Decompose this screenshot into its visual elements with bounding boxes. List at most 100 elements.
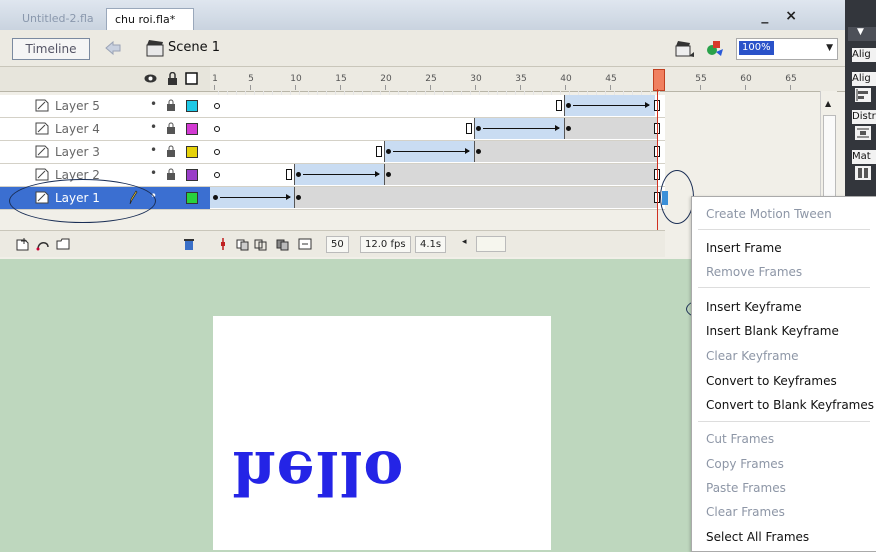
ruler-tick-label: 20	[380, 74, 392, 84]
onion-skin-icon[interactable]	[236, 237, 250, 251]
layer-name: Layer 5	[55, 99, 100, 113]
layer-row-4[interactable]: Layer 4 •	[0, 118, 210, 141]
tab-untitled-2[interactable]: Untitled-2.fla	[14, 8, 102, 30]
frame-row-layer-4[interactable]	[210, 118, 665, 141]
elapsed-time: 4.1s	[415, 236, 447, 253]
frame-rate[interactable]: 12.0 fps	[360, 236, 411, 253]
layer-name: Layer 3	[55, 145, 100, 159]
layer-outline-color[interactable]	[186, 169, 198, 181]
layer-icon	[35, 145, 49, 158]
outline-icon[interactable]	[185, 72, 198, 85]
ruler-tick	[340, 85, 341, 90]
panel-label-align[interactable]: Alig	[852, 48, 876, 62]
frame-row-layer-5[interactable]	[210, 95, 665, 118]
lock-icon[interactable]	[166, 168, 176, 180]
menu-separator	[698, 287, 870, 288]
eye-icon[interactable]	[144, 72, 157, 85]
menu-convert-to-keyframes[interactable]: Convert to Keyframes	[706, 374, 837, 388]
center-frame-icon[interactable]	[216, 237, 230, 251]
layer-icon	[35, 122, 49, 135]
ruler-tick	[430, 85, 431, 90]
visibility-dot[interactable]: •	[150, 97, 157, 111]
add-layer-icon[interactable]	[16, 237, 30, 251]
layer-outline-color[interactable]	[186, 123, 198, 135]
layer-outline-color[interactable]	[186, 192, 198, 204]
frame-row-layer-1[interactable]	[210, 187, 668, 210]
visibility-dot[interactable]: •	[150, 120, 157, 134]
zoom-select[interactable]: 100% ▼	[736, 38, 838, 60]
edit-multiple-frames-icon[interactable]	[276, 237, 290, 251]
visibility-dot[interactable]: •	[150, 166, 157, 180]
modify-onion-markers-icon[interactable]	[298, 237, 312, 251]
ruler-tick-label: 30	[470, 74, 482, 84]
layer-outline-color[interactable]	[186, 100, 198, 112]
layers-header	[0, 67, 210, 92]
highlight-ellipse-layer-1	[9, 179, 156, 223]
highlight-ellipse-frame	[660, 170, 694, 224]
context-menu: Create Motion Tween Insert Frame Remove …	[691, 196, 876, 552]
menu-remove-frames[interactable]: Remove Frames	[706, 265, 802, 279]
layer-name: Layer 4	[55, 122, 100, 136]
timeline-footer: 50 12.0 fps 4.1s ◂	[0, 230, 665, 257]
scroll-thumb[interactable]	[823, 115, 836, 199]
panel-collapse-icon[interactable]: ▼	[848, 27, 876, 41]
menu-insert-keyframe[interactable]: Insert Keyframe	[706, 300, 802, 314]
lock-icon[interactable]	[166, 122, 176, 134]
scroll-left-icon[interactable]: ◂	[462, 237, 467, 247]
stage-text[interactable]: hello	[232, 437, 404, 507]
horizontal-scroll-thumb[interactable]	[476, 236, 506, 252]
layer-row-5[interactable]: Layer 5 •	[0, 95, 210, 118]
frame-ruler[interactable]: 1 5 10 15 20 25 30 35 40 45 55 60 65	[210, 67, 845, 92]
trash-icon[interactable]	[182, 237, 196, 251]
ruler-tick	[295, 85, 296, 90]
ruler-tick	[745, 85, 746, 90]
scroll-up-icon[interactable]: ▲	[825, 99, 831, 108]
current-frame: 50	[326, 236, 349, 253]
menu-clear-frames[interactable]: Clear Frames	[706, 505, 785, 519]
window-controls[interactable]: _ ×	[761, 8, 803, 24]
ruler-tick-label: 10	[290, 74, 302, 84]
frame-row-layer-3[interactable]	[210, 141, 665, 164]
menu-clear-keyframe[interactable]: Clear Keyframe	[706, 349, 799, 363]
ruler-tick-label: 5	[248, 74, 254, 84]
ruler-tick	[250, 85, 251, 90]
add-folder-icon[interactable]	[56, 237, 70, 251]
layer-row-3[interactable]: Layer 3 •	[0, 141, 210, 164]
ruler-tick	[565, 85, 566, 90]
distribute-icon[interactable]	[855, 126, 871, 140]
visibility-dot[interactable]: •	[150, 143, 157, 157]
match-size-icon[interactable]	[855, 166, 871, 180]
lock-icon[interactable]	[166, 99, 176, 111]
ruler-tick-label: 55	[695, 74, 707, 84]
stage[interactable]	[213, 316, 551, 550]
menu-insert-frame[interactable]: Insert Frame	[706, 241, 782, 255]
timeline-button[interactable]: Timeline	[12, 38, 90, 60]
layer-outline-color[interactable]	[186, 146, 198, 158]
scene-clapper-icon	[146, 40, 164, 57]
back-arrow-icon[interactable]	[104, 40, 122, 56]
ruler-tick-label: 60	[740, 74, 752, 84]
onion-skin-outlines-icon[interactable]	[254, 237, 268, 251]
menu-paste-frames[interactable]: Paste Frames	[706, 481, 786, 495]
menu-select-all-frames[interactable]: Select All Frames	[706, 530, 809, 544]
tab-chu-roi[interactable]: chu roi.fla*	[106, 8, 194, 31]
menu-copy-frames[interactable]: Copy Frames	[706, 457, 784, 471]
layer-icon	[35, 99, 49, 112]
lock-icon[interactable]	[166, 72, 179, 85]
align-left-icon[interactable]	[855, 88, 871, 102]
playhead[interactable]	[653, 69, 665, 91]
menu-convert-to-blank-keyframes[interactable]: Convert to Blank Keyframes	[706, 398, 874, 412]
menu-insert-blank-keyframe[interactable]: Insert Blank Keyframe	[706, 324, 839, 338]
panel-label-align-sub: Alig	[852, 72, 876, 86]
menu-cut-frames[interactable]: Cut Frames	[706, 432, 774, 446]
ruler-tick-label: 40	[560, 74, 572, 84]
edit-scene-icon[interactable]	[675, 38, 695, 58]
playhead-line	[657, 89, 658, 237]
add-motion-guide-icon[interactable]	[36, 237, 50, 251]
edit-symbol-icon[interactable]	[704, 38, 724, 58]
frame-row-layer-2[interactable]	[210, 164, 665, 187]
ruler-tick-label: 65	[785, 74, 797, 84]
menu-create-motion-tween[interactable]: Create Motion Tween	[706, 207, 832, 221]
panel-label-match: Mat	[852, 150, 876, 164]
lock-icon[interactable]	[166, 145, 176, 157]
